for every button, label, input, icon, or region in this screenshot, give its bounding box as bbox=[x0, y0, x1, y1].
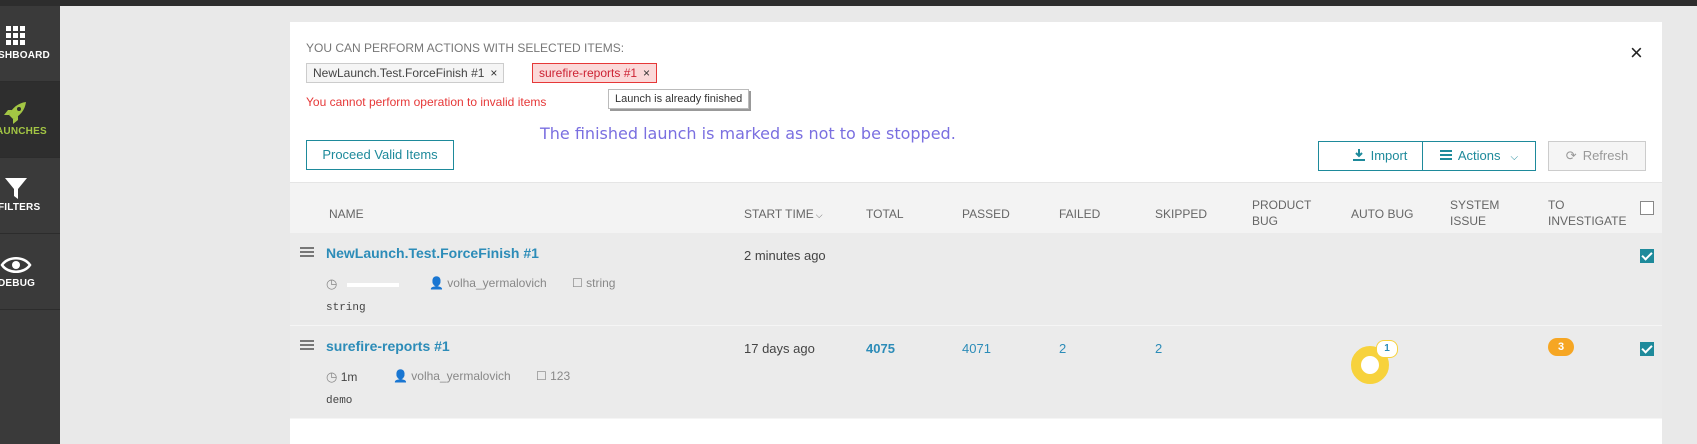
actions-title: YOU CAN PERFORM ACTIONS WITH SELECTED IT… bbox=[306, 41, 625, 55]
launch-name-link[interactable]: surefire-reports #1 bbox=[326, 338, 450, 354]
row-checkbox[interactable] bbox=[1640, 249, 1654, 263]
drag-handle-icon[interactable] bbox=[300, 338, 314, 352]
sidebar-item-label: FILTERS bbox=[0, 202, 41, 213]
redacted-duration bbox=[346, 282, 399, 287]
column-name[interactable]: NAME bbox=[329, 206, 364, 222]
sidebar-item-launches[interactable]: AUNCHES bbox=[0, 82, 60, 158]
sidebar: SHBOARD AUNCHES FILTERS DEBUG bbox=[0, 6, 60, 444]
launch-description: demo bbox=[326, 395, 353, 407]
duration-value: 1m bbox=[340, 370, 358, 384]
to-investigate-badge[interactable]: 3 bbox=[1548, 338, 1574, 356]
column-label: START TIME bbox=[744, 207, 814, 221]
tag-icon: ☐ bbox=[572, 276, 583, 290]
start-time: 2 minutes ago bbox=[744, 248, 826, 263]
clock-icon: ◷ bbox=[326, 369, 338, 384]
actions-dropdown[interactable]: Actions ⌵ bbox=[1422, 141, 1536, 171]
table-row: NewLaunch.Test.ForceFinish #1 ◷ 👤 volha_… bbox=[290, 233, 1662, 326]
column-start-time[interactable]: START TIME ⌵ bbox=[744, 206, 823, 223]
launches-panel: YOU CAN PERFORM ACTIONS WITH SELECTED IT… bbox=[290, 22, 1662, 444]
start-time: 17 days ago bbox=[744, 341, 815, 356]
refresh-label: Refresh bbox=[1582, 148, 1629, 163]
owner: 👤 volha_yermalovich bbox=[429, 276, 547, 290]
column-system-issue[interactable]: SYSTEM ISSUE bbox=[1450, 197, 1499, 229]
refresh-button[interactable]: ⟳ Refresh bbox=[1548, 141, 1646, 171]
failed-count[interactable]: 2 bbox=[1059, 341, 1066, 356]
column-total[interactable]: TOTAL bbox=[866, 206, 904, 222]
tag-icon: ☐ bbox=[536, 369, 547, 383]
invalid-item-chip: surefire-reports #1 × bbox=[532, 63, 658, 83]
user-icon: 👤 bbox=[429, 276, 444, 290]
sidebar-item-dashboard[interactable]: SHBOARD bbox=[0, 6, 60, 82]
menu-icon bbox=[1439, 150, 1452, 160]
drag-handle-icon[interactable] bbox=[300, 245, 314, 259]
error-message: You cannot perform operation to invalid … bbox=[306, 95, 547, 109]
tooltip: Launch is already finished bbox=[608, 89, 750, 109]
column-to-investigate[interactable]: TO INVESTIGATE bbox=[1548, 197, 1626, 229]
chevron-down-icon: ⌵ bbox=[1510, 152, 1519, 163]
actions-label: Actions bbox=[1457, 148, 1501, 163]
duration: ◷ 1m bbox=[326, 369, 357, 385]
chip-label: NewLaunch.Test.ForceFinish #1 bbox=[313, 66, 485, 80]
import-label: Import bbox=[1370, 148, 1408, 163]
sort-chevron-icon: ⌵ bbox=[815, 210, 823, 220]
rocket-icon bbox=[4, 102, 26, 124]
column-label: INVESTIGATE bbox=[1548, 214, 1627, 228]
sidebar-item-filters[interactable]: FILTERS bbox=[0, 158, 60, 234]
clock-icon: ◷ bbox=[326, 276, 338, 291]
chip-label: surefire-reports #1 bbox=[539, 66, 638, 80]
auto-bug-count-badge[interactable]: 1 bbox=[1376, 340, 1398, 358]
grid-icon bbox=[6, 26, 25, 45]
owner: 👤 volha_yermalovich bbox=[393, 369, 511, 383]
column-skipped[interactable]: SKIPPED bbox=[1155, 206, 1207, 222]
sidebar-item-label: DEBUG bbox=[0, 278, 36, 289]
column-auto-bug[interactable]: AUTO BUG bbox=[1351, 206, 1413, 222]
tag-label: 123 bbox=[550, 369, 571, 383]
row-checkbox[interactable] bbox=[1640, 342, 1654, 356]
select-all-checkbox[interactable] bbox=[1640, 201, 1654, 215]
close-icon[interactable]: × bbox=[1630, 42, 1643, 64]
column-label: TO bbox=[1548, 198, 1565, 212]
owner-name: volha_yermalovich bbox=[411, 369, 511, 383]
column-passed[interactable]: PASSED bbox=[962, 206, 1010, 222]
table-header: NAME START TIME ⌵ TOTAL PASSED FAILED SKI… bbox=[290, 182, 1662, 233]
annotation-text: The finished launch is marked as not to … bbox=[540, 124, 956, 143]
user-icon: 👤 bbox=[393, 369, 408, 383]
duration: ◷ bbox=[326, 276, 399, 292]
column-label: BUG bbox=[1252, 214, 1279, 228]
funnel-icon bbox=[5, 178, 27, 199]
remove-chip-icon[interactable]: × bbox=[643, 66, 650, 80]
table-row: surefire-reports #1 ◷ 1m 👤 volha_yermalo… bbox=[290, 326, 1662, 419]
sidebar-item-label: AUNCHES bbox=[0, 126, 47, 137]
sidebar-item-label: SHBOARD bbox=[0, 50, 50, 61]
column-label: PRODUCT bbox=[1252, 198, 1312, 212]
tag[interactable]: ☐ 123 bbox=[536, 369, 570, 383]
skipped-count[interactable]: 2 bbox=[1155, 341, 1162, 356]
column-failed[interactable]: FAILED bbox=[1059, 206, 1100, 222]
eye-icon bbox=[0, 257, 32, 273]
content-background bbox=[60, 6, 290, 444]
sidebar-item-debug[interactable]: DEBUG bbox=[0, 234, 60, 310]
remove-chip-icon[interactable]: × bbox=[490, 66, 497, 80]
column-label: ISSUE bbox=[1450, 214, 1487, 228]
column-label: SYSTEM bbox=[1450, 198, 1500, 212]
total-count[interactable]: 4075 bbox=[866, 341, 895, 356]
tag[interactable]: ☐ string bbox=[572, 276, 615, 290]
launch-name-link[interactable]: NewLaunch.Test.ForceFinish #1 bbox=[326, 245, 539, 261]
passed-count[interactable]: 4071 bbox=[962, 341, 991, 356]
column-product-bug[interactable]: PRODUCT BUG bbox=[1252, 197, 1311, 229]
proceed-valid-items-button[interactable]: Proceed Valid Items bbox=[306, 140, 454, 170]
launch-description: string bbox=[326, 302, 366, 314]
selected-item-chip: NewLaunch.Test.ForceFinish #1 × bbox=[306, 63, 505, 83]
refresh-icon: ⟳ bbox=[1565, 148, 1577, 163]
owner-name: volha_yermalovich bbox=[447, 276, 547, 290]
tag-label: string bbox=[586, 276, 616, 290]
download-icon bbox=[1352, 149, 1365, 161]
